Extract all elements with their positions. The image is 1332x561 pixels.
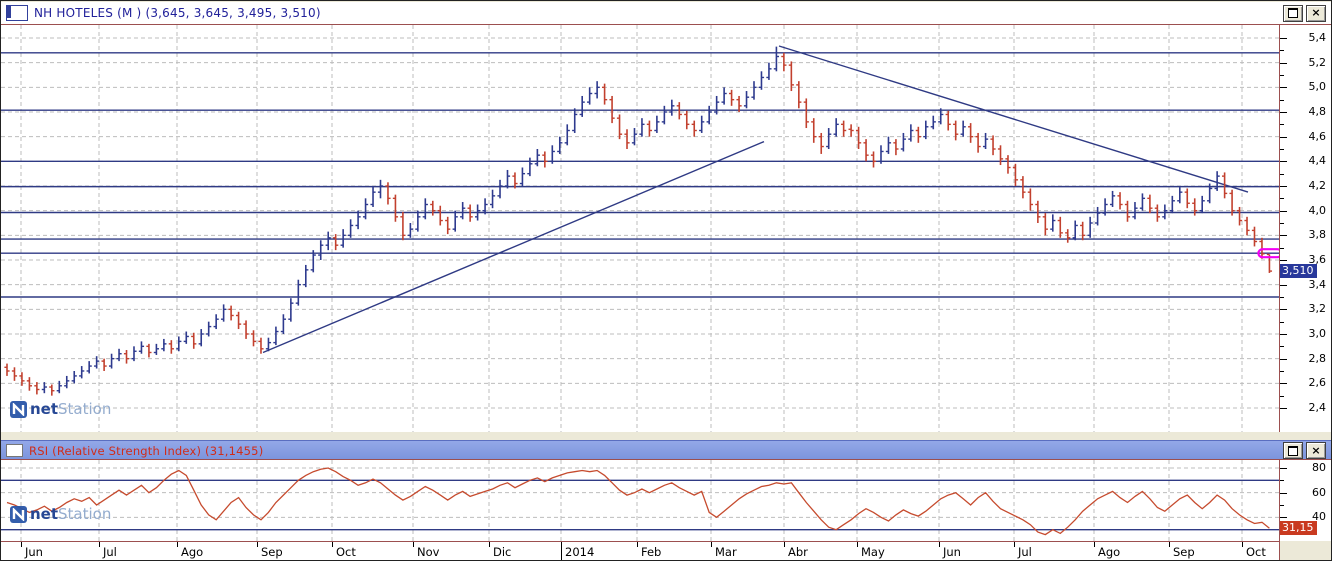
rsi-value-tag: 31,15 [1280, 521, 1317, 536]
time-axis-label: 2014 [565, 545, 595, 559]
time-axis-label: May [861, 545, 885, 559]
time-axis-label: Ago [181, 545, 204, 559]
price-axis-label: 3,8 [1308, 228, 1327, 242]
price-axis-label: 4,0 [1308, 203, 1327, 217]
time-axis-label: Ago [1098, 545, 1121, 559]
price-axis-label: 5,4 [1308, 31, 1327, 44]
time-axis-label: Sep [1173, 545, 1195, 559]
main-chart-titlebar[interactable]: NH HOTELES (M ) (3,645, 3,645, 3,495, 3,… [1, 2, 1331, 25]
rsi-maximize-button[interactable] [1283, 442, 1303, 459]
price-axis-label: 4,4 [1308, 154, 1327, 168]
rsi-maximize-icon [1288, 445, 1298, 456]
close-button[interactable]: × [1306, 4, 1326, 22]
price-axis-label: 5,0 [1308, 80, 1327, 94]
price-axis-label: 2,8 [1308, 351, 1327, 365]
maximize-button[interactable] [1283, 4, 1303, 22]
time-axis-label: Dic [493, 545, 512, 559]
price-axis-label: 4,8 [1308, 104, 1327, 118]
price-axis-label: 3,2 [1308, 302, 1327, 316]
bottom-right-corner [1280, 541, 1331, 560]
last-price-tag: 3,510 [1280, 264, 1317, 279]
time-axis-label: Sep [261, 545, 283, 559]
price-chart-plot[interactable] [1, 25, 1280, 432]
time-axis-label: Feb [641, 545, 662, 559]
price-axis-label: 3,0 [1308, 326, 1327, 340]
time-axis-label: Nov [417, 545, 440, 559]
price-axis-label: 2,6 [1308, 376, 1327, 390]
close-icon: × [1311, 6, 1321, 19]
price-axis-label: 2,4 [1308, 400, 1327, 414]
rsi-chart-plot[interactable] [1, 459, 1280, 542]
time-axis[interactable]: Jun Jul Ago Sep Oct Nov Dic 2014 Feb Mar Abr May Jun… [1, 541, 1280, 560]
time-axis-label: Jun [943, 545, 961, 559]
maximize-icon [1288, 8, 1298, 18]
rsi-axis-label: 80 [1312, 461, 1326, 474]
time-axis-label: Oct [336, 545, 356, 559]
rsi-close-icon: × [1311, 443, 1321, 457]
rsi-panel-titlebar[interactable]: RSI (Relative Strength Index) (31,1455) … [1, 440, 1331, 461]
netstation-window: NH HOTELES (M ) (3,645, 3,645, 3,495, 3,… [0, 0, 1332, 561]
rsi-close-button[interactable]: × [1306, 442, 1326, 459]
price-axis-label: 3,4 [1308, 277, 1327, 291]
rsi-axis-label: 60 [1312, 485, 1326, 499]
time-axis-label: Oct [1246, 545, 1266, 559]
price-axis-label: 5,2 [1308, 55, 1327, 69]
rsi-axis[interactable]: 80 60 40 31,15 [1280, 459, 1331, 543]
price-axis-label: 4,2 [1308, 178, 1327, 192]
time-axis-label: Mar [715, 545, 737, 559]
price-axis-label: 4,6 [1308, 129, 1327, 143]
time-axis-label: Jun [25, 545, 43, 559]
rsi-panel-title: RSI (Relative Strength Index) (31,1455) [29, 443, 264, 458]
window-icon [6, 5, 28, 21]
rsi-window-icon [6, 444, 23, 457]
main-chart-title: NH HOTELES (M ) (3,645, 3,645, 3,495, 3,… [34, 6, 321, 20]
time-axis-label: Jul [1018, 545, 1032, 559]
time-axis-label: Jul [103, 545, 117, 559]
price-axis[interactable]: 5,4 5,2 5,0 4,8 4,6 4,4 4,2 4,0 3,8 3,6 3,4 3,2 3,0 2… [1280, 25, 1331, 432]
time-axis-label: Abr [788, 545, 808, 559]
